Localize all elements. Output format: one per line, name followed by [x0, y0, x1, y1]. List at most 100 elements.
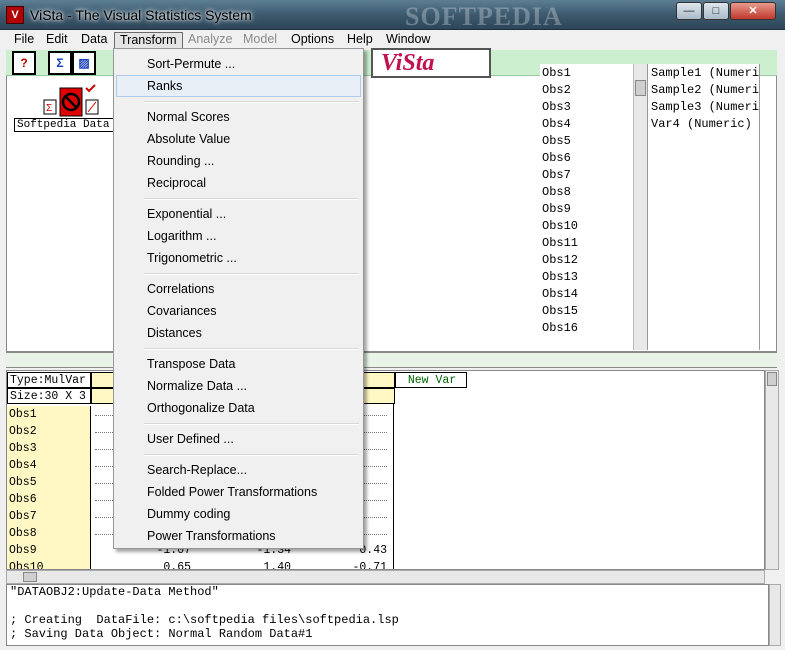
menu-options[interactable]: Options [286, 32, 339, 49]
menu-item-search-replace[interactable]: Search-Replace... [116, 459, 361, 481]
menu-item-trigonometric[interactable]: Trigonometric ... [116, 247, 361, 269]
observation-item[interactable]: Obs16 [542, 320, 578, 337]
menu-separator [144, 348, 359, 350]
observation-item[interactable]: Obs5 [542, 133, 571, 150]
observation-item[interactable]: Obs6 [542, 150, 571, 167]
observation-item[interactable]: Obs9 [542, 201, 571, 218]
type-label: Type:MulVar [7, 372, 91, 388]
menu-item-absolute-value[interactable]: Absolute Value [116, 128, 361, 150]
menu-item-power-transformations[interactable]: Power Transformations [116, 525, 361, 547]
window-title: ViSta - The Visual Statistics System [30, 7, 252, 23]
row-label[interactable]: Obs6 [7, 491, 91, 508]
menu-analyze[interactable]: Analyze [183, 32, 237, 49]
menu-item-user-defined[interactable]: User Defined ... [116, 428, 361, 450]
listener-window[interactable]: "DATAOBJ2:Update-Data Method" ; Creating … [6, 584, 769, 646]
menu-separator [144, 423, 359, 425]
listener-line: ; Creating DataFile: c:\softpedia files\… [10, 613, 399, 627]
variable-list[interactable]: Sample1 (Numeric)Sample2 (Numeric)Sample… [647, 64, 760, 350]
observation-item[interactable]: Obs14 [542, 286, 578, 303]
scrollbar-thumb[interactable] [23, 572, 37, 582]
menu-model[interactable]: Model [238, 32, 282, 49]
observation-list[interactable]: Obs1 Obs2 Obs3 Obs4 Obs5 Obs6 Obs7 Obs8 Obs9 Obs1… [540, 64, 633, 350]
observation-item[interactable]: Obs3 [542, 99, 571, 116]
transform-dropdown-menu: Sort-Permute ... Ranks Normal Scores Absolu… [113, 48, 364, 549]
variable-item[interactable]: Sample2 (Numeric) [651, 82, 759, 99]
row-label[interactable]: Obs2 [7, 423, 91, 440]
menu-file[interactable]: File [9, 32, 39, 49]
close-button[interactable]: ✕ [730, 2, 776, 20]
menu-item-logarithm[interactable]: Logarithm ... [116, 225, 361, 247]
menu-item-rounding[interactable]: Rounding ... [116, 150, 361, 172]
plot-icon[interactable]: ▨ [72, 51, 96, 75]
size-label: Size:30 X 3 [7, 388, 91, 404]
listener-line: "DATAOBJ2:Update-Data Method" [10, 585, 219, 599]
new-var-header[interactable]: New Var [395, 372, 467, 388]
observation-item[interactable]: Obs15 [542, 303, 578, 320]
scrollbar-thumb[interactable] [767, 372, 777, 386]
menu-item-folded-power-transformations[interactable]: Folded Power Transformations [116, 481, 361, 503]
maximize-button[interactable]: □ [703, 2, 729, 20]
menu-item-dummy-coding[interactable]: Dummy coding [116, 503, 361, 525]
data-cell[interactable]: -0.71 [297, 559, 393, 569]
observation-item[interactable]: Obs7 [542, 167, 571, 184]
menu-item-normal-scores[interactable]: Normal Scores [116, 106, 361, 128]
menu-item-correlations[interactable]: Correlations [116, 278, 361, 300]
observation-item[interactable]: Obs11 [542, 235, 578, 252]
menu-edit[interactable]: Edit [41, 32, 73, 49]
menu-item-distances[interactable]: Distances [116, 322, 361, 344]
menu-transform[interactable]: Transform [114, 32, 183, 49]
svg-text:Σ: Σ [46, 103, 52, 114]
app-icon[interactable]: V [6, 6, 24, 24]
menu-item-covariances[interactable]: Covariances [116, 300, 361, 322]
menu-item-reciprocal[interactable]: Reciprocal [116, 172, 361, 194]
data-cell[interactable]: 1.40 [197, 559, 297, 569]
data-object-icon[interactable]: Σ [42, 84, 102, 120]
sum-icon[interactable]: Σ [48, 51, 72, 75]
menu-data[interactable]: Data [76, 32, 112, 49]
menu-item-transpose-data[interactable]: Transpose Data [116, 353, 361, 375]
variable-item[interactable]: Var4 (Numeric) [651, 116, 752, 133]
observation-item[interactable]: Obs4 [542, 116, 571, 133]
row-label[interactable]: Obs3 [7, 440, 91, 457]
row-label[interactable]: Obs10 [7, 559, 91, 569]
menu-item-sort-permute[interactable]: Sort-Permute ... [116, 53, 361, 75]
row-label[interactable]: Obs7 [7, 508, 91, 525]
row-label[interactable]: Obs8 [7, 525, 91, 542]
menu-separator [144, 454, 359, 456]
variable-item[interactable]: Sample1 (Numeric) [651, 65, 759, 82]
menu-separator [144, 198, 359, 200]
scrollbar-thumb[interactable] [635, 80, 646, 96]
datasheet-horizontal-scrollbar[interactable] [6, 570, 765, 584]
menu-separator [144, 273, 359, 275]
listener-scrollbar[interactable] [769, 584, 781, 646]
observation-item[interactable]: Obs2 [542, 82, 571, 99]
observation-item[interactable]: Obs10 [542, 218, 578, 235]
observation-item[interactable]: Obs13 [542, 269, 578, 286]
minimize-button[interactable]: — [676, 2, 702, 20]
menu-window[interactable]: Window [381, 32, 435, 49]
row-label[interactable]: Obs9 [7, 542, 91, 559]
menu-help[interactable]: Help [342, 32, 378, 49]
listener-line: ; Saving Data Object: Normal Random Data… [10, 627, 313, 641]
vista-logo: ViSta [371, 48, 491, 78]
row-label[interactable]: Obs1 [7, 406, 91, 423]
column-divider [393, 404, 394, 569]
observation-item[interactable]: Obs8 [542, 184, 571, 201]
menu-bar: File Edit Data Transform Analyze Model Options… [0, 30, 785, 50]
help-icon[interactable]: ? [12, 51, 36, 75]
data-cell[interactable]: 0.65 [91, 559, 197, 569]
watermark: SOFTPEDIA [405, 2, 563, 31]
data-object-label[interactable]: Softpedia Data [14, 118, 114, 132]
row-label[interactable]: Obs5 [7, 474, 91, 491]
menu-item-exponential[interactable]: Exponential ... [116, 203, 361, 225]
datasheet-vertical-scrollbar[interactable] [765, 370, 779, 570]
menu-item-normalize-data[interactable]: Normalize Data ... [116, 375, 361, 397]
title-bar: V ViSta - The Visual Statistics System S… [0, 0, 785, 31]
menu-item-orthogonalize-data[interactable]: Orthogonalize Data [116, 397, 361, 419]
menu-item-ranks[interactable]: Ranks [116, 75, 361, 97]
row-label[interactable]: Obs4 [7, 457, 91, 474]
observation-item[interactable]: Obs12 [542, 252, 578, 269]
observation-item[interactable]: Obs1 [542, 65, 571, 82]
variable-item[interactable]: Sample3 (Numeric) [651, 99, 759, 116]
observation-scrollbar[interactable] [633, 64, 647, 350]
